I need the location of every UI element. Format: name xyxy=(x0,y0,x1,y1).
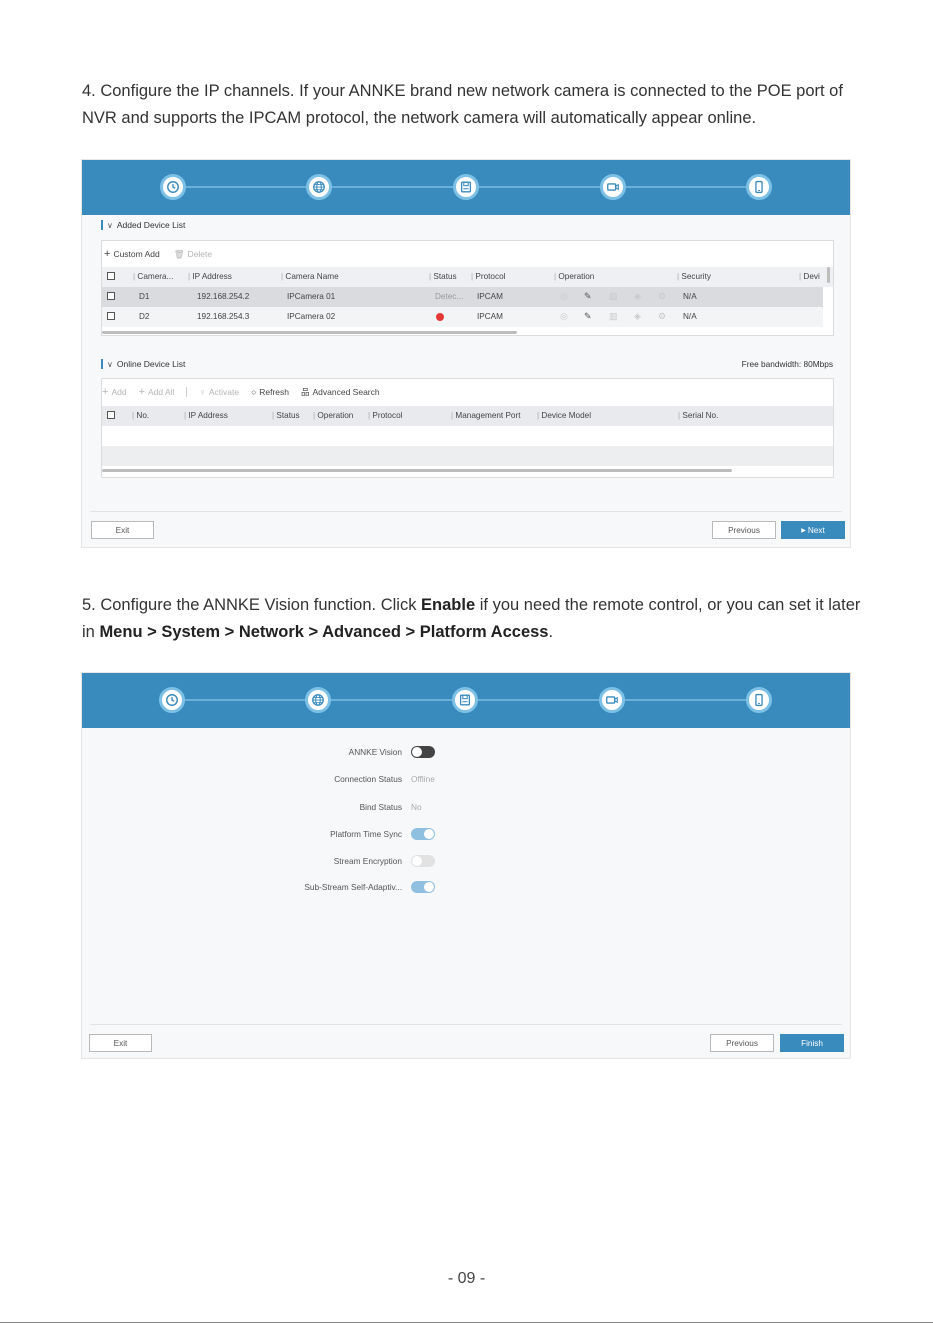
finish-button[interactable]: Finish xyxy=(780,1034,844,1052)
added-device-list-header[interactable]: ∨ Added Device List xyxy=(101,220,185,230)
chevron-down-icon: ∨ xyxy=(107,220,113,230)
plus-icon: + xyxy=(102,386,109,398)
connection-status-row: Connection Status Offline xyxy=(334,774,435,784)
enable-emphasis: Enable xyxy=(421,596,476,614)
added-device-panel: +Custom Add 🗑Delete Camera... IP Address… xyxy=(101,240,834,336)
chevron-down-icon: ∨ xyxy=(107,359,113,369)
annke-vision-setup-screenshot: ANNKE Vision Connection Status Offline B… xyxy=(81,672,851,1059)
camera-icon[interactable] xyxy=(599,687,625,713)
upgrade-icon[interactable]: ◈ xyxy=(634,311,641,322)
select-all-checkbox[interactable] xyxy=(107,411,115,419)
bind-status-row: Bind Status No xyxy=(359,802,422,812)
play-icon: ▶ xyxy=(801,527,806,534)
stream-encryption-toggle[interactable] xyxy=(411,855,435,867)
row-checkbox[interactable] xyxy=(107,292,115,300)
phone-icon[interactable] xyxy=(746,174,772,200)
horizontal-scrollbar[interactable] xyxy=(102,331,517,334)
col-operation[interactable]: Operation xyxy=(554,272,594,281)
col-camera[interactable]: Camera... xyxy=(133,272,173,281)
plus-icon: + xyxy=(138,386,145,398)
online-table-header: No. IP Address Status Operation Protocol… xyxy=(102,406,833,426)
clock-icon[interactable] xyxy=(159,687,185,713)
previous-button[interactable]: Previous xyxy=(712,521,776,539)
free-bandwidth-label: Free bandwidth: 80Mbps xyxy=(741,359,833,369)
exit-button[interactable]: Exit xyxy=(91,521,154,539)
activate-button[interactable]: ♀ Activate xyxy=(199,387,239,397)
trash-icon: 🗑 xyxy=(173,248,185,259)
bind-status-value: No xyxy=(411,802,422,812)
globe-icon[interactable] xyxy=(305,687,331,713)
next-button[interactable]: ▶ Next xyxy=(781,521,845,539)
platform-time-sync-row: Platform Time Sync xyxy=(82,826,850,842)
platform-time-sync-toggle[interactable] xyxy=(411,828,435,840)
status-offline-icon xyxy=(436,313,444,323)
sub-stream-adaptive-row: Sub-Stream Self-Adaptiv... xyxy=(82,879,850,895)
step5-instruction: 5. Configure the ANNKE Vision function. … xyxy=(82,596,861,641)
play-icon[interactable]: ◎ xyxy=(560,291,568,302)
disk-icon[interactable] xyxy=(452,687,478,713)
phone-icon[interactable] xyxy=(746,687,772,713)
wizard-progress-bar xyxy=(82,160,850,215)
table-row[interactable]: D1 192.168.254.2 IPCamera 01 Detec... IP… xyxy=(102,287,823,307)
ip-channel-setup-screenshot: ∨ Added Device List + Custom Add 🗑 Delete … xyxy=(81,159,851,548)
menu-path-emphasis: Menu > System > Network > Advanced > Pla… xyxy=(99,623,549,641)
col-security[interactable]: Security xyxy=(677,272,711,281)
page-number: - 09 - xyxy=(447,1270,486,1287)
table-row[interactable]: D2 192.168.254.3 IPCamera 02 IPCAM ◎ ✎ ▥… xyxy=(102,307,823,327)
advanced-search-button[interactable]: 品 Advanced Search xyxy=(301,386,380,398)
trash-icon[interactable]: ▥ xyxy=(609,311,618,322)
step4-instruction: 4. Configure the IP channels. If your AN… xyxy=(82,82,843,127)
network-icon: 品 xyxy=(301,387,310,397)
refresh-icon: ○ xyxy=(251,387,257,397)
annke-vision-row: ANNKE Vision xyxy=(82,744,850,760)
camera-icon[interactable] xyxy=(600,174,626,200)
col-status[interactable]: Status xyxy=(272,411,299,420)
globe-icon[interactable] xyxy=(306,174,332,200)
col-management-port[interactable]: Management Port xyxy=(451,411,520,420)
settings-icon[interactable]: ⚙ xyxy=(658,311,666,322)
edit-icon[interactable]: ✎ xyxy=(584,311,592,322)
list-item xyxy=(102,446,833,466)
bulb-icon: ♀ xyxy=(199,387,206,397)
col-operation[interactable]: Operation xyxy=(313,411,353,420)
add-button[interactable]: + Add xyxy=(102,386,127,398)
add-all-button[interactable]: + Add All xyxy=(139,386,175,398)
online-device-list-header[interactable]: ∨ Online Device List xyxy=(101,359,185,369)
previous-button[interactable]: Previous xyxy=(710,1034,774,1052)
connection-status-value: Offline xyxy=(411,774,435,784)
sub-stream-adaptive-toggle[interactable] xyxy=(411,881,435,893)
horizontal-scrollbar[interactable] xyxy=(102,469,732,472)
exit-button[interactable]: Exit xyxy=(89,1034,152,1052)
play-icon[interactable]: ◎ xyxy=(560,311,568,322)
select-all-checkbox[interactable] xyxy=(107,272,115,280)
online-device-panel: + Add + Add All ♀ Activate ○ Refresh 品 Advanc… xyxy=(101,378,834,478)
wizard-progress-bar xyxy=(82,673,850,728)
custom-add-button[interactable]: + Custom Add xyxy=(104,248,160,260)
col-serial-no[interactable]: Serial No. xyxy=(678,411,718,420)
annke-vision-toggle[interactable] xyxy=(411,746,435,758)
col-no[interactable]: No. xyxy=(132,411,149,420)
trash-icon[interactable]: ▥ xyxy=(609,291,618,302)
clock-icon[interactable] xyxy=(160,174,186,200)
stream-encryption-row: Stream Encryption xyxy=(82,853,850,869)
delete-button[interactable]: 🗑 Delete xyxy=(174,249,212,260)
col-camera-name[interactable]: Camera Name xyxy=(281,272,338,281)
added-table-header: Camera... IP Address Camera Name Status … xyxy=(102,267,833,287)
row-checkbox[interactable] xyxy=(107,312,115,320)
col-protocol[interactable]: Protocol xyxy=(368,411,402,420)
vertical-scrollbar[interactable] xyxy=(827,267,830,283)
col-ip-address[interactable]: IP Address xyxy=(188,272,231,281)
col-status[interactable]: Status xyxy=(429,272,456,281)
col-ip-address[interactable]: IP Address xyxy=(184,411,227,420)
plus-icon: + xyxy=(104,248,111,260)
edit-icon[interactable]: ✎ xyxy=(584,291,592,302)
col-device-model[interactable]: Device Model xyxy=(537,411,591,420)
col-protocol[interactable]: Protocol xyxy=(471,272,505,281)
page-bottom-rule xyxy=(0,1322,933,1323)
settings-icon[interactable]: ⚙ xyxy=(658,291,666,302)
refresh-button[interactable]: ○ Refresh xyxy=(251,387,289,397)
col-device[interactable]: Devi xyxy=(799,272,819,281)
upgrade-icon[interactable]: ◈ xyxy=(634,291,641,302)
disk-icon[interactable] xyxy=(453,174,479,200)
